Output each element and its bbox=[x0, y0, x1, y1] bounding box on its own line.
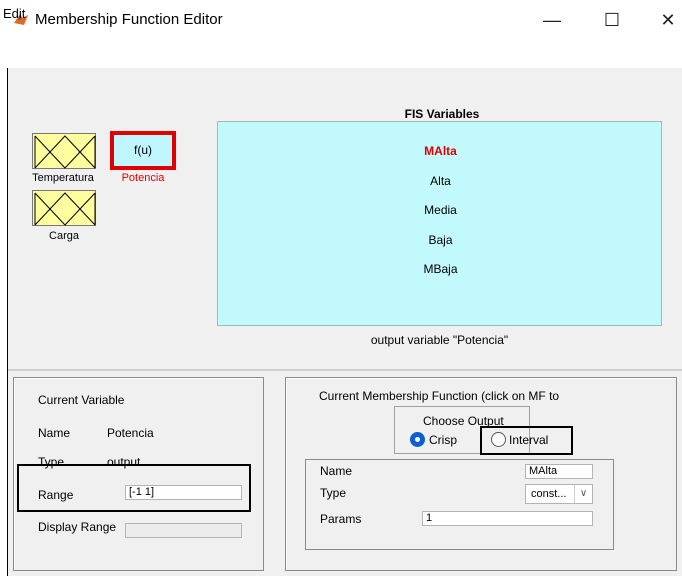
mf-name-input[interactable]: MAlta bbox=[525, 464, 593, 479]
fis-variables-title: FIS Variables bbox=[404, 107, 480, 121]
display-range-label: Display Range bbox=[38, 520, 117, 534]
mf-item-media[interactable]: Media bbox=[218, 203, 663, 217]
input-variable-temperatura[interactable] bbox=[32, 133, 96, 169]
fis-variables-caption: output variable "Potencia" bbox=[370, 333, 509, 347]
fis-variables-panel: MAlta Alta Media Baja MBaja bbox=[217, 121, 662, 326]
input-variable-carga[interactable] bbox=[32, 190, 96, 226]
mf-item-malta[interactable]: MAlta bbox=[218, 144, 663, 158]
menu-bar bbox=[0, 42, 682, 68]
close-button[interactable]: ✕ bbox=[653, 8, 682, 32]
current-variable-title: Current Variable bbox=[38, 393, 125, 407]
membership-triangles-icon bbox=[34, 135, 96, 169]
minimize-button[interactable]: — bbox=[537, 8, 567, 32]
mf-params-input[interactable]: 1 bbox=[422, 511, 593, 526]
section-divider bbox=[8, 369, 682, 371]
input-variable-label: Temperatura bbox=[32, 172, 94, 184]
mf-type-value: const... bbox=[531, 488, 567, 500]
mf-item-mbaja[interactable]: MBaja bbox=[218, 262, 663, 276]
display-range-input[interactable] bbox=[125, 523, 242, 538]
chevron-down-icon[interactable]: ∨ bbox=[574, 485, 592, 503]
variable-name-value: Potencia bbox=[107, 426, 154, 440]
current-mf-title: Current Membership Function (click on MF… bbox=[319, 389, 560, 403]
name-label: Name bbox=[38, 426, 71, 440]
maximize-button[interactable]: ☐ bbox=[597, 8, 627, 32]
mf-item-alta[interactable]: Alta bbox=[218, 174, 663, 188]
output-variable-potencia[interactable]: f(u) bbox=[110, 131, 176, 170]
crisp-radio[interactable] bbox=[410, 432, 425, 447]
mf-item-baja[interactable]: Baja bbox=[218, 233, 663, 247]
window-border bbox=[7, 68, 8, 576]
mf-type-select[interactable]: const... ∨ bbox=[525, 484, 593, 504]
highlight-box-interval bbox=[480, 426, 573, 455]
mf-type-label: Type bbox=[320, 486, 347, 500]
input-variable-label: Carga bbox=[49, 230, 79, 242]
highlight-box-range bbox=[17, 464, 251, 512]
window-title: Membership Function Editor bbox=[35, 11, 223, 28]
output-variable-label: Potencia bbox=[121, 172, 165, 184]
mf-params-label: Params bbox=[320, 512, 362, 526]
membership-triangles-icon bbox=[34, 192, 96, 226]
crisp-label: Crisp bbox=[429, 433, 458, 447]
mf-name-label: Name bbox=[320, 464, 353, 478]
menu-edit[interactable]: Edit bbox=[3, 6, 25, 21]
